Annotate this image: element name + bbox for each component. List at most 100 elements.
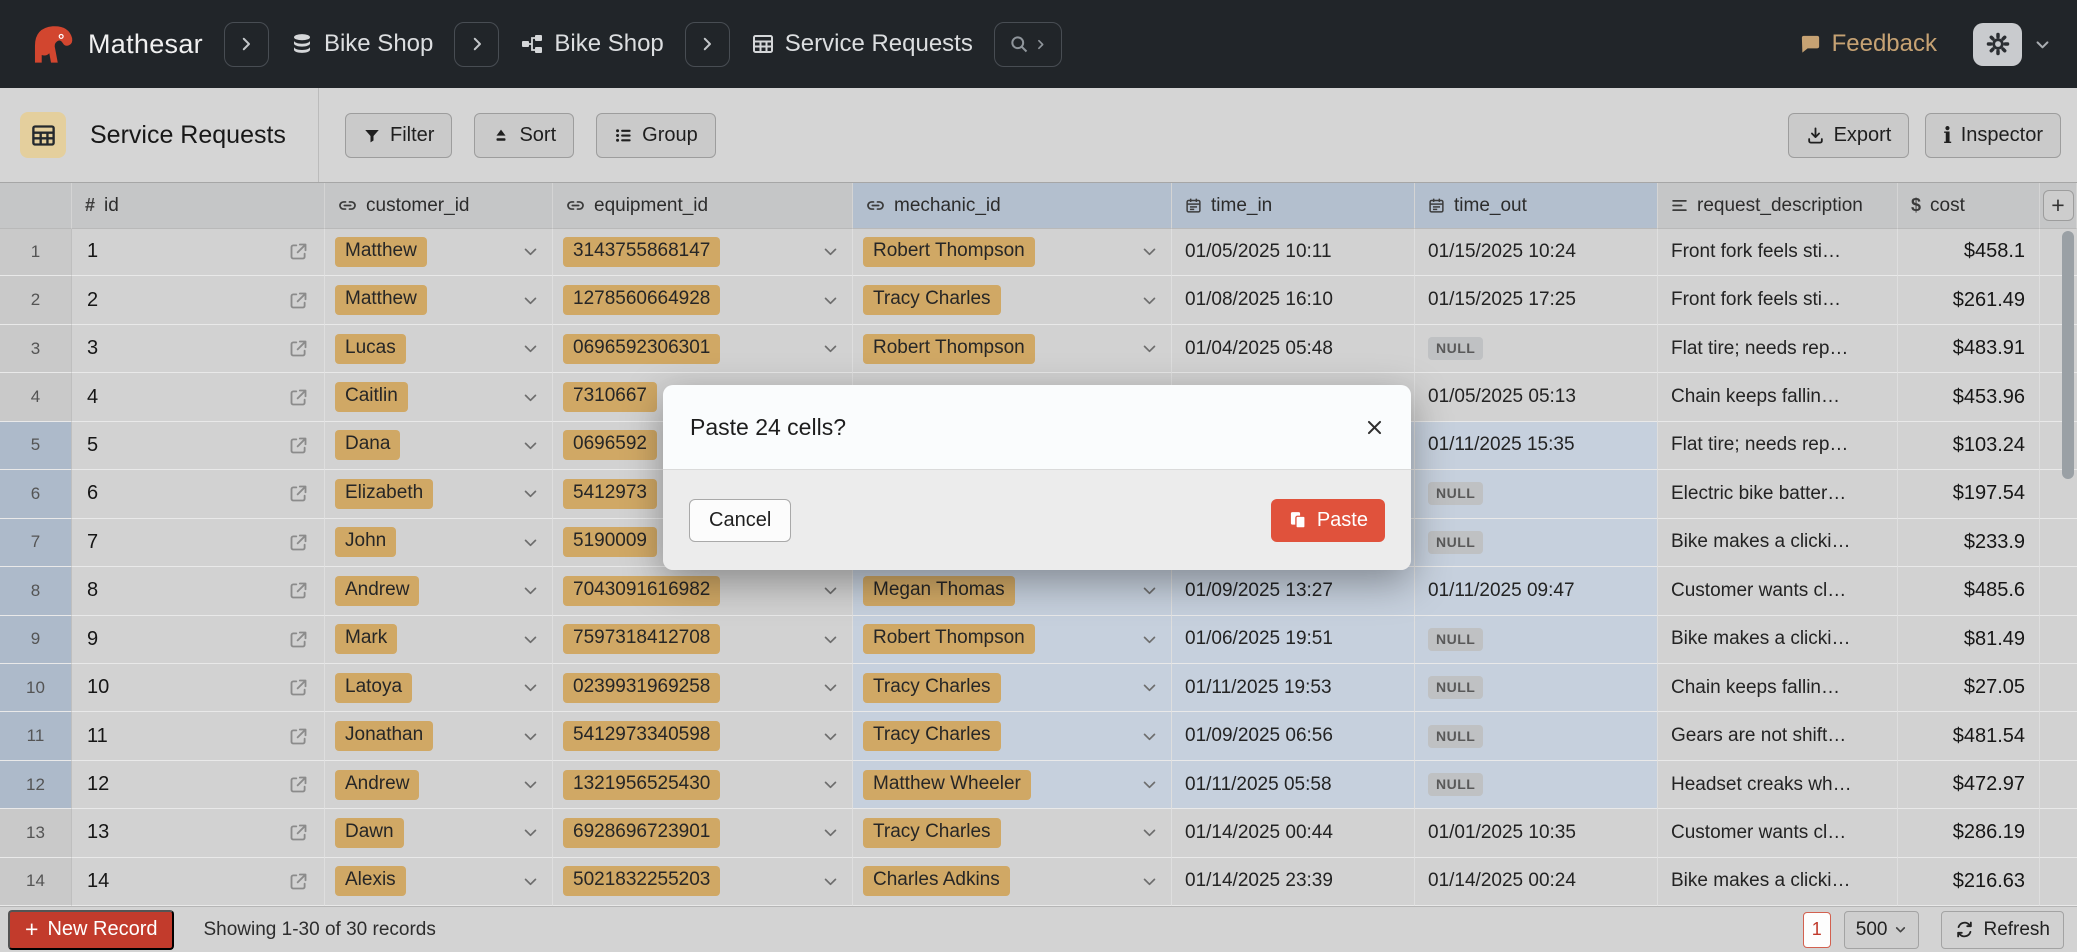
- cell-id[interactable]: 9: [72, 616, 325, 664]
- fk-value-pill[interactable]: Megan Thomas: [863, 576, 1015, 606]
- feedback-link[interactable]: Feedback: [1799, 30, 1937, 58]
- fk-value-pill[interactable]: 0696592: [563, 430, 657, 460]
- cell-id[interactable]: 8: [72, 567, 325, 615]
- cell-time_out[interactable]: 01/14/2025 00:24: [1415, 858, 1658, 906]
- open-record-icon[interactable]: [288, 483, 309, 504]
- cell-cost[interactable]: $261.49: [1898, 276, 2040, 324]
- cell-id[interactable]: 7: [72, 519, 325, 567]
- chevron-down-icon[interactable]: [522, 631, 539, 648]
- fk-value-pill[interactable]: Andrew: [335, 576, 419, 606]
- cell-mechanic_id[interactable]: Robert Thompson: [853, 325, 1172, 373]
- row-number-cell[interactable]: 7: [0, 519, 72, 567]
- breadcrumb-database[interactable]: Bike Shop: [290, 30, 433, 58]
- cell-request_description[interactable]: Bike makes a clicki…: [1658, 519, 1898, 567]
- cell-request_description[interactable]: Flat tire; needs rep…: [1658, 422, 1898, 470]
- fk-value-pill[interactable]: 0239931969258: [563, 673, 720, 703]
- cell-cost[interactable]: $197.54: [1898, 470, 2040, 518]
- cell-equipment_id[interactable]: 7043091616982: [553, 567, 853, 615]
- chevron-down-icon[interactable]: [1141, 340, 1158, 357]
- cell-customer_id[interactable]: Lucas: [325, 325, 553, 373]
- fk-value-pill[interactable]: 7310667: [563, 382, 657, 412]
- cell-time_in[interactable]: 01/14/2025 23:39: [1172, 858, 1415, 906]
- cell-cost[interactable]: $286.19: [1898, 809, 2040, 857]
- cell-time_in[interactable]: 01/09/2025 13:27: [1172, 567, 1415, 615]
- cell-customer_id[interactable]: Jonathan: [325, 712, 553, 760]
- cell-request_description[interactable]: Front fork feels sti…: [1658, 228, 1898, 276]
- settings-button[interactable]: [1973, 23, 2022, 66]
- fk-value-pill[interactable]: Tracy Charles: [863, 721, 1001, 751]
- open-record-icon[interactable]: [288, 774, 309, 795]
- cell-time_out[interactable]: NULL: [1415, 664, 1658, 712]
- chevron-down-icon[interactable]: [522, 728, 539, 745]
- cell-mechanic_id[interactable]: Robert Thompson: [853, 228, 1172, 276]
- cell-cost[interactable]: $481.54: [1898, 712, 2040, 760]
- cell-time_out[interactable]: NULL: [1415, 470, 1658, 518]
- cell-id[interactable]: 5: [72, 422, 325, 470]
- cell-time_out[interactable]: NULL: [1415, 761, 1658, 809]
- row-number-cell[interactable]: 9: [0, 616, 72, 664]
- open-record-icon[interactable]: [288, 629, 309, 650]
- cell-id[interactable]: 3: [72, 325, 325, 373]
- cell-cost[interactable]: $472.97: [1898, 761, 2040, 809]
- chevron-down-icon[interactable]: [522, 873, 539, 890]
- chevron-down-icon[interactable]: [522, 340, 539, 357]
- chevron-down-icon[interactable]: [522, 534, 539, 551]
- chevron-down-icon[interactable]: [1141, 824, 1158, 841]
- inspector-button[interactable]: i Inspector: [1925, 113, 2061, 158]
- open-record-icon[interactable]: [288, 338, 309, 359]
- breadcrumb-schema[interactable]: Bike Shop: [520, 30, 663, 58]
- chevron-down-icon[interactable]: [822, 582, 839, 599]
- column-header-id[interactable]: #id: [72, 183, 325, 229]
- fk-value-pill[interactable]: 5190009: [563, 527, 657, 557]
- column-header-customer_id[interactable]: customer_id: [325, 183, 553, 229]
- fk-value-pill[interactable]: Alexis: [335, 866, 406, 896]
- cell-time_out[interactable]: 01/15/2025 17:25: [1415, 276, 1658, 324]
- chevron-down-icon[interactable]: [522, 824, 539, 841]
- row-number-cell[interactable]: 11: [0, 712, 72, 760]
- cell-time_out[interactable]: 01/05/2025 05:13: [1415, 373, 1658, 421]
- cell-customer_id[interactable]: Latoya: [325, 664, 553, 712]
- chevron-down-icon[interactable]: [1141, 243, 1158, 260]
- chevron-down-icon[interactable]: [1141, 582, 1158, 599]
- scrollbar-thumb[interactable]: [2062, 231, 2074, 479]
- breadcrumb-search-button[interactable]: [994, 22, 1062, 67]
- cell-id[interactable]: 1: [72, 228, 325, 276]
- open-record-icon[interactable]: [288, 290, 309, 311]
- chevron-down-icon[interactable]: [822, 824, 839, 841]
- cell-request_description[interactable]: Chain keeps fallin…: [1658, 664, 1898, 712]
- cell-request_description[interactable]: Gears are not shift…: [1658, 712, 1898, 760]
- cell-mechanic_id[interactable]: Megan Thomas: [853, 567, 1172, 615]
- column-header-time_in[interactable]: time_in: [1172, 183, 1415, 229]
- cell-mechanic_id[interactable]: Tracy Charles: [853, 712, 1172, 760]
- cell-cost[interactable]: $27.05: [1898, 664, 2040, 712]
- settings-chevron-down-icon[interactable]: [2034, 36, 2051, 53]
- chevron-down-icon[interactable]: [522, 582, 539, 599]
- paste-button[interactable]: Paste: [1271, 499, 1385, 542]
- breadcrumb-table[interactable]: Service Requests: [751, 30, 973, 58]
- open-record-icon[interactable]: [288, 871, 309, 892]
- row-number-cell[interactable]: 8: [0, 567, 72, 615]
- fk-value-pill[interactable]: Dawn: [335, 818, 404, 848]
- cell-customer_id[interactable]: Alexis: [325, 858, 553, 906]
- cell-id[interactable]: 10: [72, 664, 325, 712]
- chevron-down-icon[interactable]: [822, 728, 839, 745]
- cell-id[interactable]: 6: [72, 470, 325, 518]
- cell-request_description[interactable]: Headset creaks wh…: [1658, 761, 1898, 809]
- row-number-cell[interactable]: 5: [0, 422, 72, 470]
- cell-time_out[interactable]: 01/11/2025 15:35: [1415, 422, 1658, 470]
- cell-equipment_id[interactable]: 5412973340598: [553, 712, 853, 760]
- fk-value-pill[interactable]: 6928696723901: [563, 818, 720, 848]
- cell-equipment_id[interactable]: 7597318412708: [553, 616, 853, 664]
- cell-mechanic_id[interactable]: Tracy Charles: [853, 664, 1172, 712]
- sort-button[interactable]: Sort: [474, 113, 574, 158]
- cell-request_description[interactable]: Customer wants cl…: [1658, 567, 1898, 615]
- chevron-down-icon[interactable]: [522, 679, 539, 696]
- chevron-down-icon[interactable]: [822, 873, 839, 890]
- row-number-cell[interactable]: 2: [0, 276, 72, 324]
- row-number-header[interactable]: [0, 183, 72, 229]
- chevron-down-icon[interactable]: [522, 389, 539, 406]
- cell-request_description[interactable]: Customer wants cl…: [1658, 809, 1898, 857]
- cell-customer_id[interactable]: Elizabeth: [325, 470, 553, 518]
- fk-value-pill[interactable]: John: [335, 527, 396, 557]
- fk-value-pill[interactable]: 5412973: [563, 479, 657, 509]
